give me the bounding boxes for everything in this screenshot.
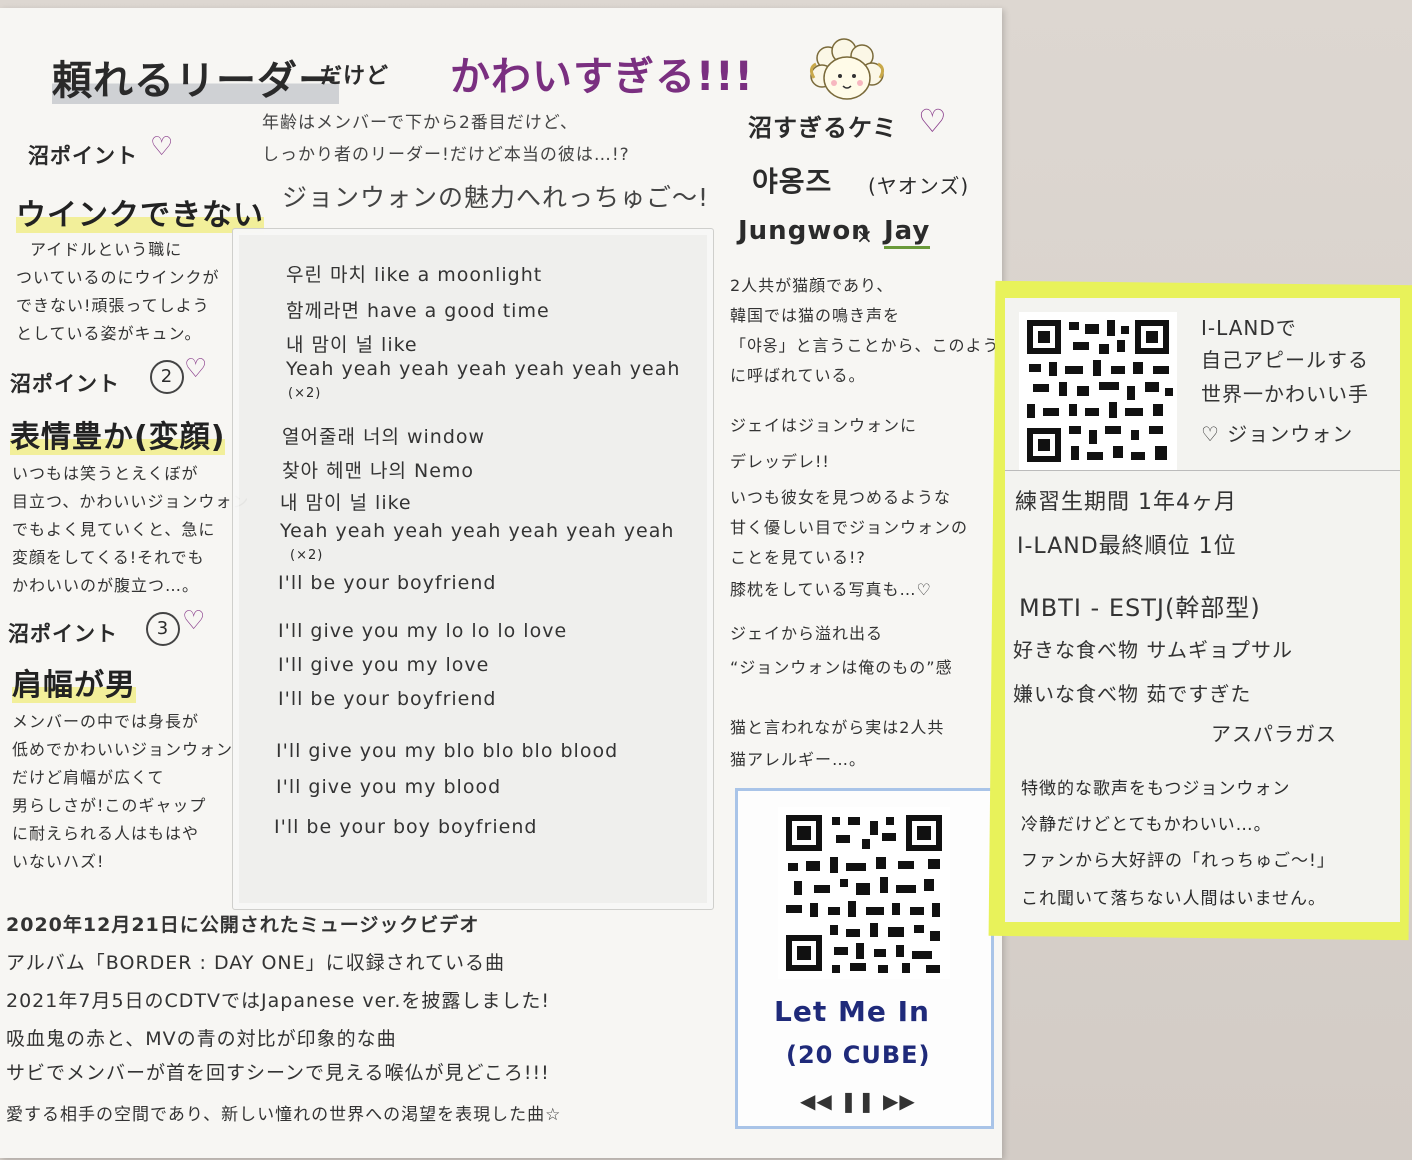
- heart-icon: ♡: [182, 606, 206, 636]
- chemistry-korean-reading: (ヤオンズ): [868, 174, 970, 198]
- lyric-line: 내 맘이 널 like: [286, 334, 418, 356]
- chem-body: ジェイはジョンウォンに: [730, 416, 918, 435]
- chem-body: 2人共が猫顔であり、: [730, 276, 894, 295]
- point1-label: 沼ポイント: [28, 144, 138, 168]
- subtitle-line2: しっかり者のリーダー!だけど本当の彼は…!?: [262, 145, 630, 165]
- chem-body: 猫アレルギー…。: [730, 750, 867, 769]
- subtitle-line3: ジョンウォンの魅力へれっちゅご〜!: [282, 183, 710, 212]
- song-subtitle: (20 CUBE): [786, 1041, 931, 1069]
- point2-body-4: 変顔をしてくる!それでも: [12, 548, 205, 567]
- point3-body-2: 低めでかわいいジョンウォン: [12, 740, 234, 759]
- bottom-line: 愛する相手の空間であり、新しい憧れの世界への渇望を表現した曲☆: [6, 1105, 562, 1125]
- profile-row: 練習生期間 1年4ヶ月: [1015, 490, 1237, 515]
- pair-left: Jungwon: [738, 216, 871, 246]
- bottom-line: 2020年12月21日に公開されたミュージックビデオ: [6, 914, 480, 936]
- heart-icon: ♡: [184, 354, 208, 384]
- lyric-line: I'll be your boyfriend: [278, 572, 497, 594]
- sheep-illustration: [809, 38, 885, 100]
- bottom-line: サビでメンバーが首を回すシーンで見える喉仏が見どころ!!!: [6, 1062, 550, 1084]
- point1-heading: ウインクできない: [16, 198, 264, 233]
- point2-body-3: でもよく見ていくと、急に: [12, 520, 216, 539]
- chem-body: “ジョンウォンは俺のもの”感: [730, 658, 953, 677]
- lyric-line: Yeah yeah yeah yeah yeah yeah yeah: [286, 358, 681, 380]
- chem-body: ことを見ている!?: [730, 548, 866, 567]
- lyric-line: 열어줄래 너의 window: [282, 426, 486, 448]
- bottom-line: 吸血鬼の赤と、MVの青の対比が印象的な曲: [6, 1028, 397, 1050]
- playback-controls[interactable]: ◀◀ ❚❚ ▶▶: [800, 1089, 916, 1113]
- profile-card: I-LANDで 自己アピールする 世界一かわいい手 ♡ ジョンウォン 練習生期間…: [1005, 298, 1400, 922]
- profile-row: アスパラガス: [1211, 722, 1337, 746]
- chem-body: 韓国では猫の鳴き声を: [730, 306, 901, 325]
- lyric-repeat: (×2): [288, 386, 322, 401]
- chem-body: デレッデレ!!: [730, 452, 830, 471]
- song-box: Let Me In (20 CUBE) ◀◀ ❚❚ ▶▶: [735, 788, 994, 1129]
- profile-row: I-LAND最終順位 1位: [1017, 534, 1237, 559]
- point3-heading: 肩幅が男: [12, 668, 136, 703]
- point2-body-1: いつもは笑うとえくぼが: [12, 464, 199, 483]
- bottom-line: アルバム「BORDER : DAY ONE」に収録されている曲: [6, 952, 506, 974]
- bottom-line: 2021年7月5日のCDTVではJapanese ver.を披露しました!: [6, 990, 550, 1012]
- chem-body: 猫と言われながら実は2人共: [730, 718, 945, 737]
- point3-label: 沼ポイント: [8, 622, 118, 646]
- iland-text: ♡ ジョンウォン: [1201, 422, 1354, 446]
- point3-body-6: いないハズ!: [12, 852, 105, 871]
- lyric-line: 우린 마치 like a moonlight: [286, 264, 543, 286]
- chem-body: ジェイから溢れ出る: [730, 624, 884, 643]
- point2-num: 2: [150, 360, 184, 394]
- point2-body-5: かわいいのが腹立つ…。: [12, 576, 200, 595]
- lyric-line: I'll give you my blood: [276, 776, 502, 798]
- chem-body: 甘く優しい目でジョンウォンの: [730, 518, 969, 537]
- point1-body-4: としている姿がキュン。: [16, 324, 202, 343]
- profile-closing: 特徴的な歌声をもつジョンウォン: [1021, 779, 1291, 799]
- title-mid: だけど: [320, 64, 390, 89]
- chem-body: 膝枕をしている写真も…♡: [730, 580, 932, 599]
- heart-icon: ♡: [150, 132, 174, 162]
- profile-row: 好きな食べ物 サムギョプサル: [1013, 638, 1293, 662]
- point3-body-1: メンバーの中では身長が: [12, 712, 200, 731]
- pair-right: Jay: [884, 216, 931, 249]
- profile-closing: ファンから大好評の「れっちゅご〜!」: [1021, 851, 1335, 871]
- point2-heading: 表情豊か(変顔): [10, 420, 226, 455]
- heart-icon: ♡: [918, 102, 947, 140]
- point3-body-3: だけど肩幅が広くて: [12, 768, 165, 787]
- lyric-line: 내 맘이 널 like: [280, 492, 412, 514]
- profile-closing: 冷静だけどとてもかわいい…。: [1021, 815, 1272, 835]
- chemistry-heading: 沼すぎるケミ: [748, 114, 898, 142]
- lyric-line: I'll be your boy boyfriend: [274, 816, 538, 838]
- chemistry-korean: 야옹즈: [752, 165, 833, 198]
- chem-body: に呼ばれている。: [730, 366, 866, 385]
- divider: [1005, 470, 1400, 471]
- point3-num: 3: [146, 612, 180, 646]
- profile-row: 嫌いな食べ物 茹ですぎた: [1013, 682, 1252, 706]
- profile-closing: これ聞いて落ちない人間はいません。: [1021, 889, 1326, 909]
- song-title: Let Me In: [774, 995, 930, 1028]
- subtitle-line1: 年齢はメンバーで下から2番目だけど、: [262, 113, 578, 133]
- lyric-line: 함께라면 have a good time: [286, 300, 550, 322]
- qr-code[interactable]: [1019, 312, 1177, 470]
- point2-label: 沼ポイント: [10, 372, 120, 396]
- iland-text: 自己アピールする: [1201, 348, 1369, 372]
- iland-text: I-LANDで: [1201, 316, 1297, 340]
- point3-body-4: 男らしさが!このギャップ: [12, 796, 207, 815]
- title-left: 頼れるリーダー: [52, 58, 339, 104]
- lyric-line: I'll give you my love: [278, 654, 490, 676]
- lyric-repeat: (×2): [290, 548, 324, 563]
- lyric-line: 찾아 헤맨 나의 Nemo: [282, 460, 475, 482]
- point1-body-1: アイドルという職に: [30, 240, 183, 259]
- iland-text: 世界一かわいい手: [1201, 382, 1369, 406]
- title-kawaii: かわいすぎる!!!: [450, 54, 754, 100]
- profile-row: MBTI - ESTJ(幹部型): [1019, 594, 1261, 622]
- lyric-line: Yeah yeah yeah yeah yeah yeah yeah: [280, 520, 675, 542]
- qr-code[interactable]: [778, 807, 950, 979]
- point1-body-2: ついているのにウインクが: [16, 268, 220, 287]
- chem-body: 「야옹」と言うことから、このよう: [730, 336, 1000, 355]
- pair-x: ×: [856, 224, 874, 248]
- chem-body: いつも彼女を見つめるような: [730, 488, 952, 507]
- lyric-line: I'll give you my lo lo lo love: [278, 620, 568, 642]
- point3-body-5: に耐えられる人はもはや: [12, 824, 200, 843]
- point1-body-3: できない!頑張ってしよう: [16, 296, 210, 315]
- lyric-line: I'll be your boyfriend: [278, 688, 497, 710]
- lyric-line: I'll give you my blo blo blo blood: [276, 740, 619, 762]
- point2-body-2: 目立つ、かわいいジョンウォン: [12, 492, 250, 511]
